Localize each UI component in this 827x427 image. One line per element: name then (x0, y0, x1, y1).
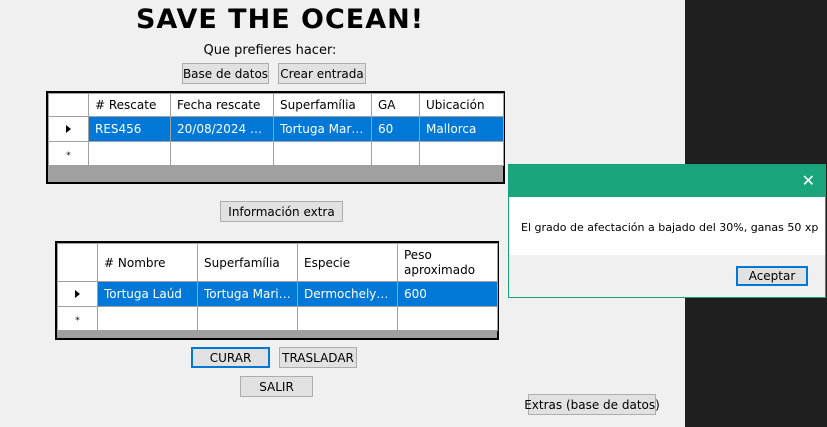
column-header-superfamily[interactable]: Superfamília (273, 93, 372, 117)
exit-button[interactable]: SALIR (240, 376, 313, 397)
current-row-arrow-icon[interactable] (48, 116, 89, 142)
patients-header-row: # Nombre Superfamília Especie Peso aprox… (57, 243, 498, 282)
row-header-corner (57, 243, 98, 282)
cell-rescue-id[interactable]: RES456 (88, 116, 171, 142)
database-button[interactable]: Base de datos (182, 63, 269, 84)
new-row-marker[interactable]: * (57, 306, 98, 331)
table-row[interactable]: RES456 20/08/2024 0:00:... Tortuga Marin… (48, 116, 504, 142)
current-row-arrow-icon[interactable] (57, 281, 98, 307)
move-button[interactable]: TRASLADAR (279, 347, 357, 368)
column-header-rescue-id[interactable]: # Rescate (88, 93, 171, 117)
column-header-superfamily[interactable]: Superfamília (197, 243, 298, 282)
new-cell[interactable] (273, 141, 372, 166)
message-dialog: ✕ El grado de afectación a bajado del 30… (508, 164, 826, 298)
new-cell[interactable] (397, 306, 498, 331)
table-row[interactable]: Tortuga Laúd Tortuga Marina Dermochelys … (57, 281, 498, 307)
extra-info-button[interactable]: Información extra (220, 201, 343, 222)
column-header-name[interactable]: # Nombre (97, 243, 198, 282)
cell-rescue-date[interactable]: 20/08/2024 0:00:... (170, 116, 274, 142)
close-icon[interactable]: ✕ (802, 171, 815, 190)
column-header-ga[interactable]: GA (371, 93, 420, 117)
new-row[interactable]: * (48, 141, 504, 166)
extras-database-button[interactable]: Extras (base de datos) (524, 394, 660, 415)
rescues-header-row: # Rescate Fecha rescate Superfamília GA … (48, 93, 504, 117)
ok-button[interactable]: Aceptar (736, 266, 808, 286)
page-title: SAVE THE OCEAN! (135, 4, 425, 35)
cure-button[interactable]: CURAR (191, 347, 270, 368)
dialog-message: El grado de afectación a bajado del 30%,… (521, 221, 819, 234)
new-row[interactable]: * (57, 306, 498, 331)
cell-name[interactable]: Tortuga Laúd (97, 281, 198, 307)
cell-weight[interactable]: 600 (397, 281, 498, 307)
new-cell[interactable] (197, 306, 298, 331)
row-header-corner (48, 93, 89, 117)
create-entry-button[interactable]: Crear entrada (278, 63, 366, 84)
column-header-rescue-date[interactable]: Fecha rescate (170, 93, 274, 117)
cell-species[interactable]: Dermochelys c... (297, 281, 398, 307)
cell-superfamily[interactable]: Tortuga Marina (273, 116, 372, 142)
cell-superfamily[interactable]: Tortuga Marina (197, 281, 298, 307)
page-subtitle: Que prefieres hacer: (203, 43, 337, 58)
column-header-species[interactable]: Especie (297, 243, 398, 282)
new-cell[interactable] (97, 306, 198, 331)
new-cell[interactable] (170, 141, 274, 166)
new-cell[interactable] (88, 141, 171, 166)
rescues-grid[interactable]: # Rescate Fecha rescate Superfamília GA … (46, 91, 505, 184)
column-header-location[interactable]: Ubicación (419, 93, 504, 117)
new-cell[interactable] (419, 141, 504, 166)
new-row-marker[interactable]: * (48, 141, 89, 166)
new-cell[interactable] (297, 306, 398, 331)
new-cell[interactable] (371, 141, 420, 166)
cell-location[interactable]: Mallorca (419, 116, 504, 142)
cell-ga[interactable]: 60 (371, 116, 420, 142)
patients-grid[interactable]: # Nombre Superfamília Especie Peso aprox… (55, 241, 499, 340)
column-header-weight[interactable]: Peso aproximado (397, 243, 498, 282)
dialog-titlebar: ✕ (509, 165, 825, 197)
